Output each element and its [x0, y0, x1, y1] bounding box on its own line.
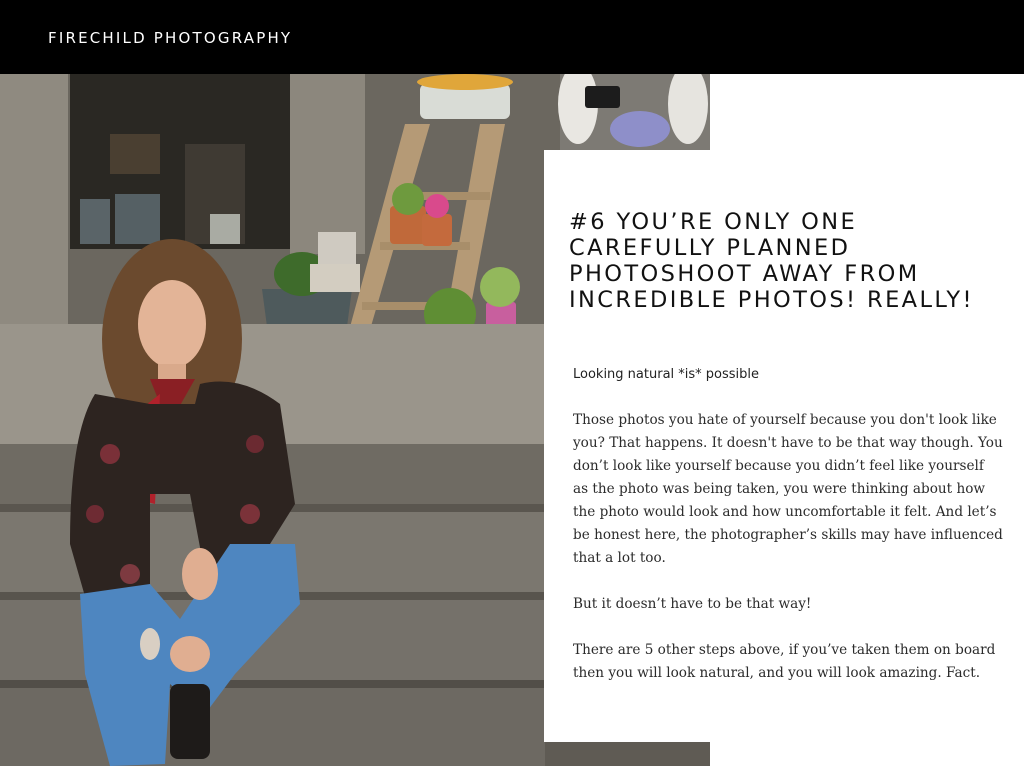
article-body: Those photos you hate of yourself becaus… — [573, 409, 1003, 708]
paragraph: Those photos you hate of yourself becaus… — [573, 412, 1003, 566]
article-title: #6 YOU’RE ONLY ONE CAREFULLY PLANNED PHO… — [569, 209, 974, 313]
site-header: FIRECHILD PHOTOGRAPHY — [0, 0, 1024, 74]
article-subtitle: Looking natural *is* possible — [573, 367, 760, 382]
article-card: #6 YOU’RE ONLY ONE CAREFULLY PLANNED PHO… — [544, 150, 1024, 742]
paragraph: But it doesn’t have to be that way! — [573, 596, 812, 612]
brand-logo-text[interactable]: FIRECHILD PHOTOGRAPHY — [48, 29, 292, 47]
paragraph: There are 5 other steps above, if you’ve… — [573, 642, 996, 681]
